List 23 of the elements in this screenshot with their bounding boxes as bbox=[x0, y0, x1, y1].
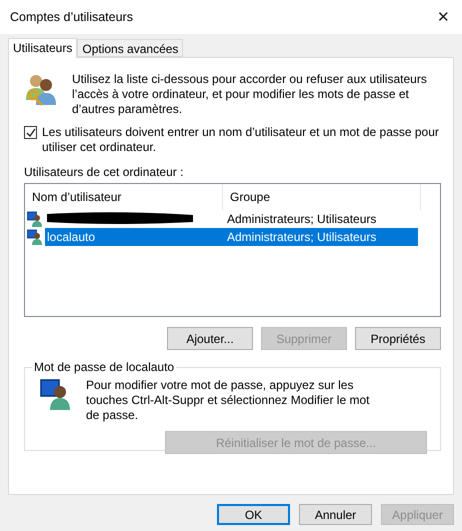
checkbox[interactable] bbox=[24, 126, 37, 139]
tab[interactable]: Utilisateurs bbox=[8, 38, 78, 58]
close-button[interactable]: ✕ bbox=[437, 8, 452, 26]
list-label: Utilisateurs de cet ordinateur : bbox=[24, 165, 184, 179]
checkbox-label: Les utilisateurs doivent entrer un nom d’utilisateur et un mot de passe pour utiliser cet ordinateur. bbox=[42, 125, 439, 155]
group-title: Mot de passe de localauto bbox=[33, 360, 176, 374]
dialog-button[interactable]: OK bbox=[217, 504, 290, 525]
table-cell[interactable]: Administrateurs; Utilisateurs bbox=[220, 228, 418, 246]
users-key-icon bbox=[24, 72, 58, 106]
table-cell[interactable]: localauto bbox=[45, 228, 220, 246]
dialog-button[interactable]: Annuler bbox=[299, 504, 372, 525]
tab[interactable]: Options avancées bbox=[77, 39, 184, 57]
password-hint: Pour modifier votre mot de passe, appuyez sur les touches Ctrl-Alt-Suppr et sélectionnez Modifier le mot de passe. bbox=[86, 378, 370, 423]
window-title: Comptes d’utilisateurs bbox=[10, 10, 133, 24]
intro-text: Utilisez la liste ci-dessous pour accorder ou refuser aux utilisateurs l’accès à votre ordinateur, et pour modifier les mots de passe et d’autres paramètres. bbox=[72, 72, 428, 117]
computer-user-icon bbox=[27, 229, 43, 245]
column-header[interactable]: Groupe bbox=[223, 184, 421, 210]
column-header[interactable]: Nom d’utilisateur bbox=[25, 184, 223, 210]
action-button[interactable]: Ajouter... bbox=[167, 327, 253, 350]
action-button[interactable]: Propriétés bbox=[355, 327, 441, 350]
computer-user-icon bbox=[40, 378, 72, 410]
computer-user-icon bbox=[27, 211, 43, 227]
table-cell[interactable]: Administrateurs; Utilisateurs bbox=[220, 210, 418, 228]
